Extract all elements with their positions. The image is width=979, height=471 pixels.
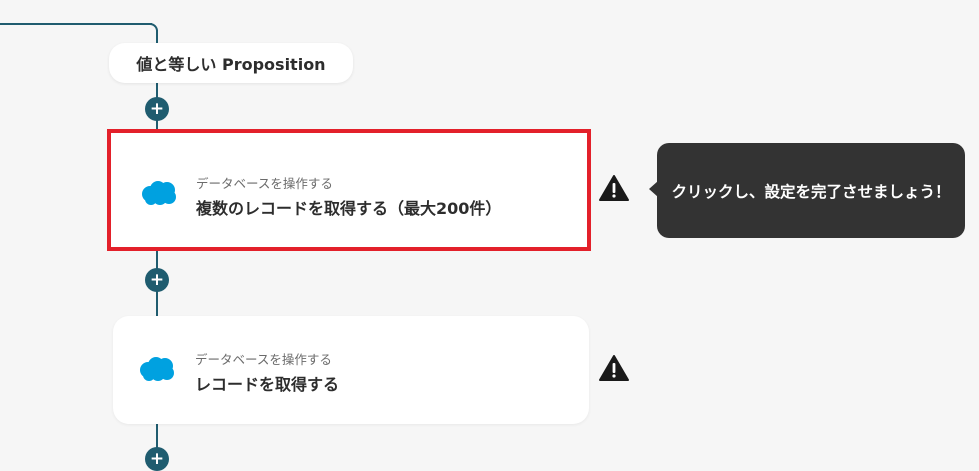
setup-tooltip: クリックし、設定を完了させましょう！: [657, 143, 965, 238]
add-step-button[interactable]: +: [145, 447, 169, 471]
operation-card-get-record[interactable]: データベースを操作する レコードを取得する: [113, 316, 589, 424]
plus-icon: +: [149, 269, 165, 290]
warning-icon[interactable]: [598, 354, 630, 382]
tooltip-text: クリックし、設定を完了させましょう！: [671, 182, 951, 201]
operation-title: 複数のレコードを取得する（最大200件）: [196, 199, 502, 218]
condition-label: 値と等しい Proposition: [136, 55, 326, 74]
flow-connector-top-horizontal: [0, 23, 152, 25]
operation-card-get-multiple-records[interactable]: データベースを操作する 複数のレコードを取得する（最大200件）: [107, 129, 591, 251]
salesforce-cloud-icon: [142, 181, 176, 205]
operation-title: レコードを取得する: [195, 375, 340, 394]
warning-icon[interactable]: [598, 174, 630, 202]
salesforce-cloud-icon: [140, 357, 174, 381]
flow-connector-top-vertical: [156, 30, 158, 44]
add-step-button[interactable]: +: [145, 268, 169, 292]
condition-node[interactable]: 値と等しい Proposition: [109, 43, 353, 83]
operation-subtitle: データベースを操作する: [195, 352, 332, 367]
plus-icon: +: [149, 448, 165, 469]
operation-subtitle: データベースを操作する: [196, 176, 333, 191]
plus-icon: +: [149, 98, 165, 119]
add-step-button[interactable]: +: [145, 97, 169, 121]
